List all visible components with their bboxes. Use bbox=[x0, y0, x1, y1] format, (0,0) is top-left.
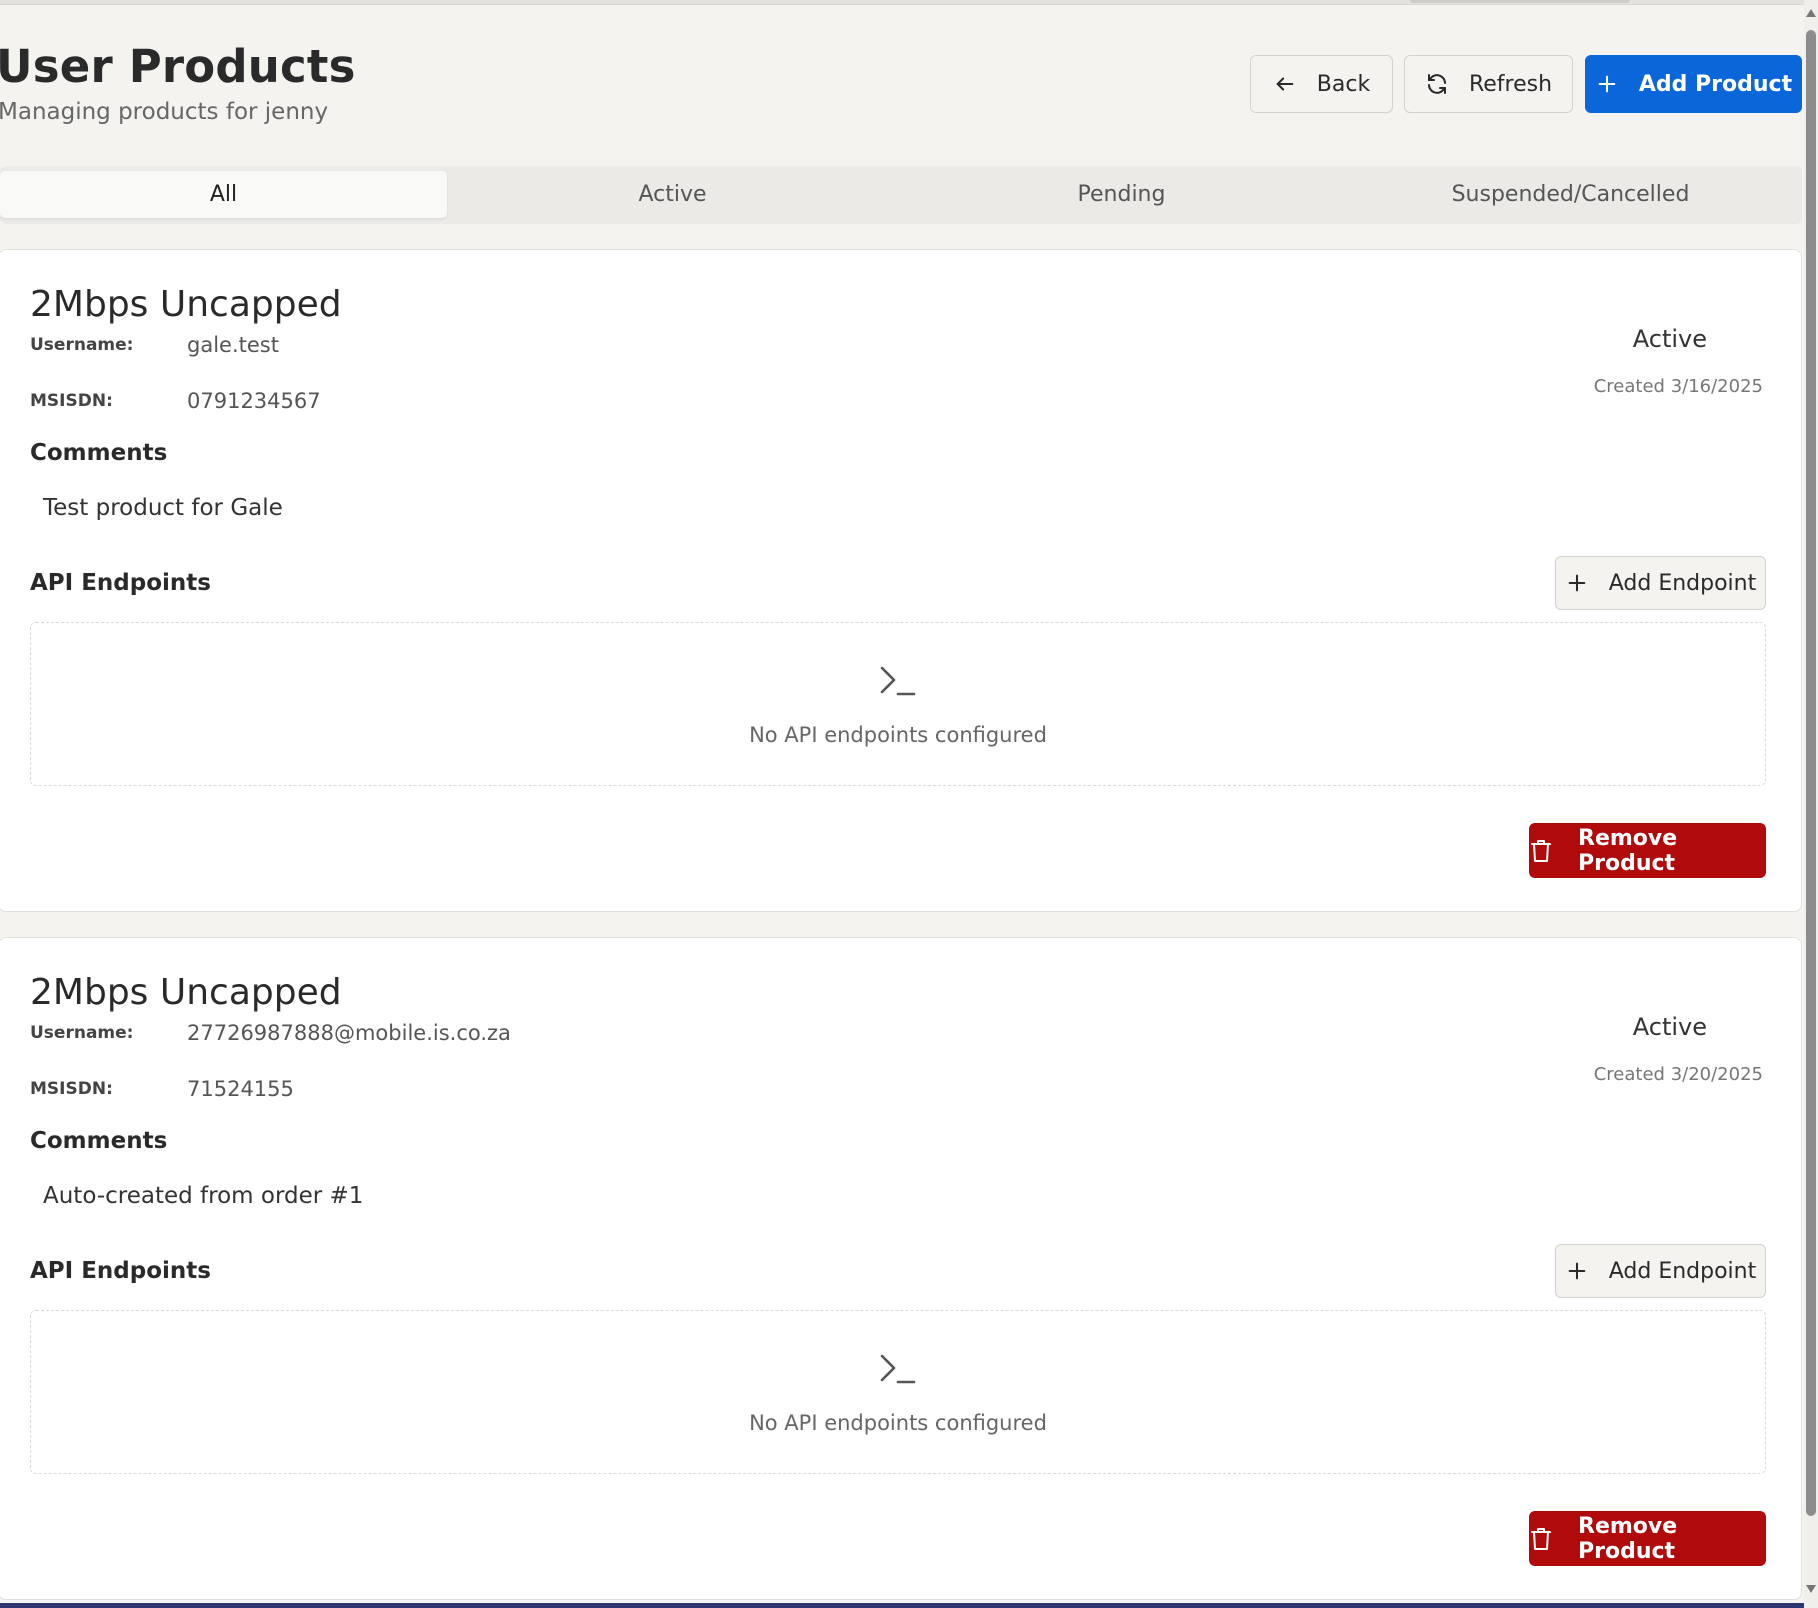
status-badge: Active bbox=[1632, 1013, 1707, 1041]
add-endpoint-button[interactable]: Add Endpoint bbox=[1555, 556, 1766, 610]
back-button[interactable]: Back bbox=[1250, 55, 1393, 113]
refresh-icon bbox=[1425, 72, 1449, 96]
plus-icon bbox=[1565, 571, 1589, 595]
comments-heading: Comments bbox=[30, 1128, 168, 1154]
tab-active[interactable]: Active bbox=[449, 171, 896, 218]
api-endpoints-heading: API Endpoints bbox=[30, 570, 211, 596]
api-endpoints-empty-state: No API endpoints configured bbox=[30, 622, 1766, 786]
user-products-page: User Products Managing products for jenn… bbox=[0, 0, 1804, 1608]
remove-product-label: Remove Product bbox=[1578, 1513, 1678, 1564]
comment-text: Test product for Gale bbox=[43, 495, 283, 521]
remove-product-button[interactable]: Remove Product bbox=[1529, 1511, 1766, 1566]
tab-all[interactable]: All bbox=[0, 171, 447, 218]
username-value: 27726987888@mobile.is.co.za bbox=[187, 1021, 511, 1045]
comments-heading: Comments bbox=[30, 440, 168, 466]
plus-icon bbox=[1595, 72, 1619, 96]
msisdn-value: 71524155 bbox=[187, 1077, 294, 1101]
product-card: 2Mbps Uncapped Username: 27726987888@mob… bbox=[0, 937, 1802, 1600]
add-endpoint-label: Add Endpoint bbox=[1608, 570, 1757, 596]
created-date: Created 3/16/2025 bbox=[1593, 376, 1763, 397]
terminal-icon bbox=[878, 1349, 918, 1389]
trash-icon bbox=[1530, 839, 1552, 863]
remove-product-label: Remove Product bbox=[1578, 825, 1678, 876]
arrow-left-icon bbox=[1273, 72, 1297, 96]
scrollbar-thumb[interactable] bbox=[1806, 30, 1816, 1516]
empty-state-text: No API endpoints configured bbox=[749, 723, 1047, 747]
created-date: Created 3/20/2025 bbox=[1593, 1064, 1763, 1085]
status-badge: Active bbox=[1632, 325, 1707, 353]
tab-pending[interactable]: Pending bbox=[898, 171, 1345, 218]
terminal-icon bbox=[878, 661, 918, 701]
username-label: Username: bbox=[30, 335, 134, 355]
add-endpoint-label: Add Endpoint bbox=[1608, 1258, 1757, 1284]
api-endpoints-empty-state: No API endpoints configured bbox=[30, 1310, 1766, 1474]
bottom-border bbox=[0, 1603, 1804, 1608]
empty-state-text: No API endpoints configured bbox=[749, 1411, 1047, 1435]
trash-icon bbox=[1530, 1527, 1552, 1551]
msisdn-label: MSISDN: bbox=[30, 1079, 113, 1099]
api-endpoints-heading: API Endpoints bbox=[30, 1258, 211, 1284]
remove-product-button[interactable]: Remove Product bbox=[1529, 823, 1766, 878]
add-endpoint-button[interactable]: Add Endpoint bbox=[1555, 1244, 1766, 1298]
scroll-down-arrow-icon[interactable] bbox=[1805, 1580, 1817, 1598]
add-product-button[interactable]: Add Product bbox=[1585, 55, 1802, 113]
plus-icon bbox=[1565, 1259, 1589, 1283]
scroll-up-arrow-icon[interactable] bbox=[1805, 4, 1817, 22]
refresh-button-label: Refresh bbox=[1468, 71, 1553, 97]
vertical-scrollbar[interactable] bbox=[1804, 0, 1818, 1608]
tab-suspended-cancelled[interactable]: Suspended/Cancelled bbox=[1347, 171, 1794, 218]
back-button-label: Back bbox=[1316, 71, 1371, 97]
username-value: gale.test bbox=[187, 333, 279, 357]
page-subtitle: Managing products for jenny bbox=[0, 99, 329, 125]
product-card: 2Mbps Uncapped Username: gale.test MSISD… bbox=[0, 249, 1802, 912]
comment-text: Auto-created from order #1 bbox=[43, 1183, 364, 1209]
add-product-button-label: Add Product bbox=[1638, 71, 1793, 97]
product-name: 2Mbps Uncapped bbox=[30, 972, 342, 1013]
product-name: 2Mbps Uncapped bbox=[30, 284, 342, 325]
msisdn-value: 0791234567 bbox=[187, 389, 321, 413]
username-label: Username: bbox=[30, 1023, 134, 1043]
status-tabs: All Active Pending Suspended/Cancelled bbox=[0, 166, 1802, 224]
page-title: User Products bbox=[0, 40, 356, 93]
msisdn-label: MSISDN: bbox=[30, 391, 113, 411]
refresh-button[interactable]: Refresh bbox=[1404, 55, 1573, 113]
